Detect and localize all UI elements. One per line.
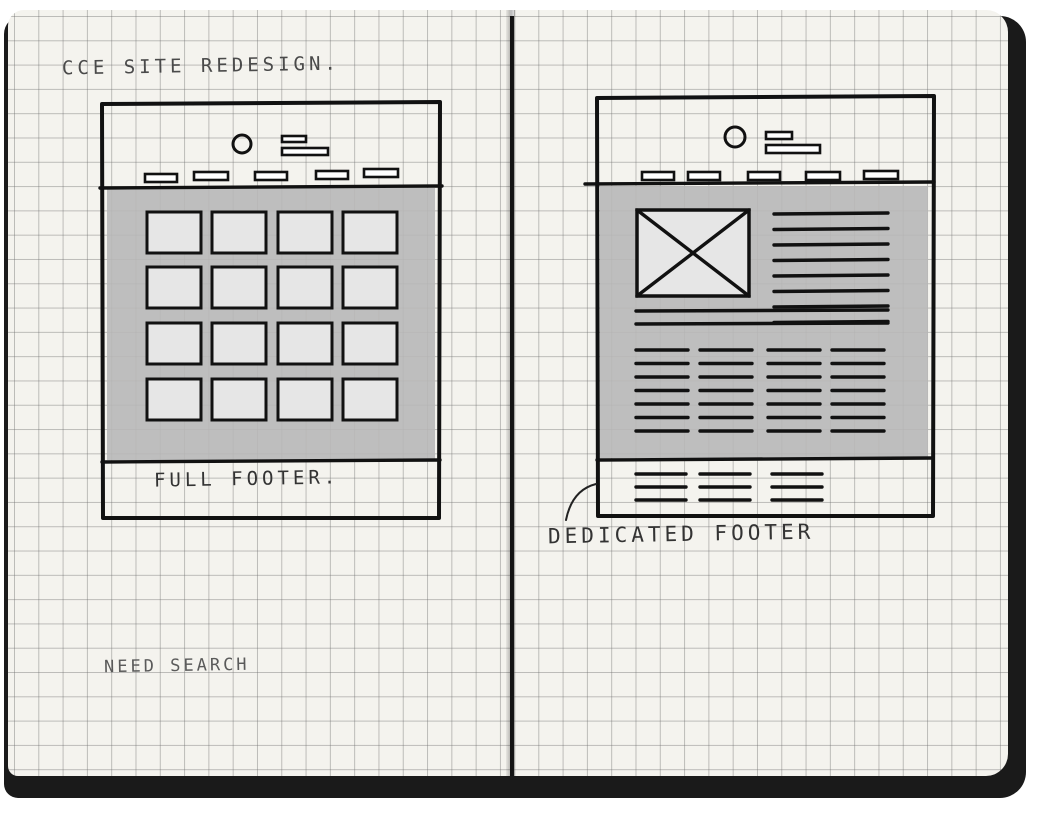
text-line: [772, 304, 890, 309]
grid-cell: [276, 265, 334, 310]
right-nav-item: [804, 170, 842, 182]
right-footer-links: [634, 472, 824, 502]
left-logo-circle: [231, 133, 253, 155]
right-header-divider: [583, 180, 936, 186]
text-line: [772, 288, 890, 294]
grid-cell: [341, 377, 399, 422]
footer-pointer-arrow: [565, 483, 597, 521]
full-footer-label: FULL FOOTER.: [153, 466, 340, 492]
right-logo-bar-2: [764, 143, 822, 155]
grid-cell: [145, 377, 203, 422]
left-nav-item: [253, 170, 289, 182]
right-nav-item: [640, 170, 676, 182]
right-logo-circle: [723, 125, 747, 149]
text-line: [634, 321, 890, 326]
right-nav-item: [686, 170, 722, 182]
grid-cell: [145, 210, 203, 255]
left-nav-item: [143, 172, 179, 184]
left-footer-divider: [100, 458, 442, 464]
grid-cell: [276, 377, 334, 422]
text-line: [772, 211, 890, 216]
grid-cell: [341, 265, 399, 310]
left-nav-item: [362, 167, 400, 179]
grid-cell: [210, 265, 268, 310]
left-nav: [143, 167, 400, 184]
grid-cell: [145, 321, 203, 366]
grid-cell: [341, 321, 399, 366]
left-logo-bar-1: [280, 134, 308, 144]
grid-cell: [276, 210, 334, 255]
sketch-layer: [98, 94, 936, 521]
text-line: [772, 273, 890, 278]
left-wireframe: [98, 100, 444, 520]
grid-cell: [145, 265, 203, 310]
text-line: [772, 242, 890, 247]
right-nav-item: [746, 170, 782, 182]
grid-cell: [210, 377, 268, 422]
left-logo-bar-2: [280, 146, 330, 157]
text-line: [772, 226, 890, 232]
left-header-divider: [98, 184, 444, 190]
need-search-note: NEED SEARCH: [103, 654, 250, 678]
left-nav-item: [192, 170, 230, 182]
grid-cell: [210, 210, 268, 255]
right-nav: [640, 169, 900, 182]
grid-cell: [276, 321, 334, 366]
right-footer-divider: [595, 456, 935, 462]
right-wireframe: [565, 94, 936, 521]
left-nav-item: [314, 169, 350, 181]
dedicated-footer-label: DEDICATED FOOTER: [547, 519, 815, 549]
grid-cell: [210, 321, 268, 366]
right-nav-item: [862, 169, 900, 181]
right-logo-bar-1: [764, 130, 794, 141]
image-placeholder-icon: [635, 208, 751, 298]
text-line: [772, 257, 890, 263]
grid-cell: [341, 210, 399, 255]
text-line: [634, 308, 890, 313]
